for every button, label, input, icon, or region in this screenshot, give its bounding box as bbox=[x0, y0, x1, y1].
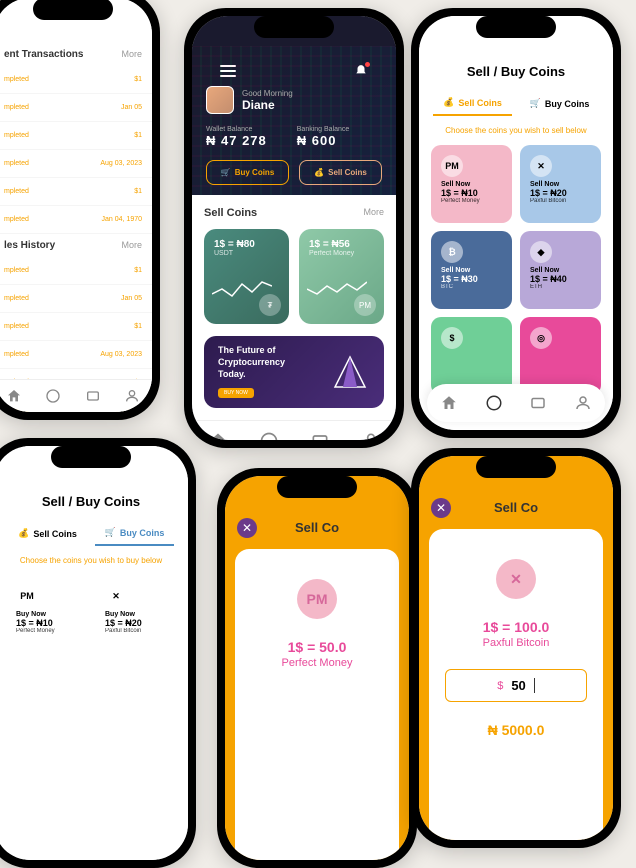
transaction-row[interactable]: mpleted$1 bbox=[0, 257, 152, 285]
promo-banner[interactable]: The Future ofCryptocurrencyToday. BUY NO… bbox=[204, 336, 384, 408]
phone-sell-modal-paxful: ✕ Sell Co ✕ 1$ = 100.0 Paxful Bitcoin $ … bbox=[411, 448, 621, 848]
transaction-row[interactable]: mpletedJan 05 bbox=[0, 285, 152, 313]
coin-card-pm[interactable]: 1$ = ₦56 Perfect Money PM bbox=[299, 229, 384, 324]
phone-transactions: ent Transactions More mpleted$1mpletedJa… bbox=[0, 0, 160, 420]
more-link[interactable]: More bbox=[363, 207, 384, 219]
buy-now-button[interactable]: BUY NOW bbox=[218, 388, 254, 398]
profile-icon[interactable] bbox=[574, 394, 592, 412]
coin-icon: PM bbox=[441, 155, 463, 177]
transaction-row[interactable]: mpleted$1 bbox=[0, 66, 152, 94]
instruction-text: Choose the coins you wish to buy below bbox=[0, 546, 188, 575]
bottom-nav bbox=[192, 420, 396, 440]
buy-coins-button[interactable]: 🛒 Buy Coins bbox=[206, 160, 289, 185]
pm-icon: PM bbox=[297, 579, 337, 619]
transaction-row[interactable]: mpletedJan 05 bbox=[0, 94, 152, 122]
sell-coins-button[interactable]: 💰 Sell Coins bbox=[299, 160, 382, 185]
wallet-balance-label: Wallet Balance bbox=[206, 126, 267, 133]
exchange-icon[interactable] bbox=[259, 431, 279, 440]
more-link[interactable]: More bbox=[121, 49, 142, 60]
avatar[interactable] bbox=[206, 86, 234, 114]
coin-card[interactable]: ₿Sell Now1$ = ₦30BTC bbox=[431, 231, 512, 309]
transaction-row[interactable]: mpleted$1 bbox=[0, 313, 152, 341]
exchange-icon[interactable] bbox=[45, 388, 61, 404]
coin-card[interactable]: ✕Buy Now1$ = ₦20Paxful Bitcoin bbox=[95, 575, 176, 653]
modal-title: Sell Co bbox=[494, 500, 538, 515]
tab-sell-coins[interactable]: 💰 Sell Coins bbox=[433, 91, 512, 116]
cart-icon: 🛒 bbox=[221, 168, 231, 177]
wallet-balance-value: ₦ 47 278 bbox=[206, 133, 267, 148]
pm-icon: PM bbox=[354, 294, 376, 316]
wallet-icon[interactable] bbox=[529, 394, 547, 412]
coin-card[interactable]: ✕Sell Now1$ = ₦20Paxful Bitcoin bbox=[520, 145, 601, 223]
coin-icon: ✕ bbox=[105, 585, 127, 607]
sell-coins-header: Sell Coins bbox=[204, 207, 257, 219]
coin-card[interactable]: ◆Sell Now1$ = ₦40ETH bbox=[520, 231, 601, 309]
instruction-text: Choose the coins you wish to sell below bbox=[419, 116, 613, 145]
coin-icon: ◆ bbox=[530, 241, 552, 263]
coin-icon: PM bbox=[16, 585, 38, 607]
coin-icon: ✕ bbox=[530, 155, 552, 177]
amount-input[interactable]: $ 50 bbox=[445, 669, 587, 702]
phone-dashboard: Good Morning Diane Wallet Balance ₦ 47 2… bbox=[184, 8, 404, 448]
converted-amount: ₦ 5000.0 bbox=[445, 722, 587, 738]
coins-icon: 💰 bbox=[314, 168, 324, 177]
transaction-row[interactable]: mpleted$1 bbox=[0, 122, 152, 150]
amount-value: 50 bbox=[511, 678, 534, 693]
recent-transactions-header: ent Transactions bbox=[4, 49, 83, 60]
profile-icon[interactable] bbox=[124, 388, 140, 404]
coin-card-usdt[interactable]: 1$ = ₦80 USDT ₮ bbox=[204, 229, 289, 324]
coin-name: Perfect Money bbox=[251, 657, 383, 669]
transaction-row[interactable]: mpletedJan 04, 1970 bbox=[0, 206, 152, 234]
wallet-icon[interactable] bbox=[310, 431, 330, 440]
coin-icon: ◎ bbox=[530, 327, 552, 349]
coins-icon: 💰 bbox=[18, 528, 29, 539]
bottom-nav bbox=[427, 384, 605, 422]
profile-icon[interactable] bbox=[361, 431, 381, 440]
coin-card[interactable]: PMSell Now1$ = ₦10Perfect Money bbox=[431, 145, 512, 223]
tether-icon: ₮ bbox=[259, 294, 281, 316]
exchange-icon[interactable] bbox=[485, 394, 503, 412]
more-link[interactable]: More bbox=[121, 240, 142, 251]
banking-balance-label: Banking Balance bbox=[297, 126, 350, 133]
phone-sell-buy-sell: Sell / Buy Coins 💰 Sell Coins 🛒 Buy Coin… bbox=[411, 8, 621, 438]
cart-icon: 🛒 bbox=[105, 527, 116, 538]
coin-card[interactable]: PMBuy Now1$ = ₦10Perfect Money bbox=[6, 575, 87, 653]
close-icon[interactable]: ✕ bbox=[431, 498, 451, 518]
home-icon[interactable] bbox=[208, 431, 228, 440]
sales-history-header: les History bbox=[4, 240, 55, 251]
phone-sell-buy-buy: Sell / Buy Coins 💰 Sell Coins 🛒 Buy Coin… bbox=[0, 438, 196, 868]
transaction-row[interactable]: mpleted$1 bbox=[0, 178, 152, 206]
tab-buy-coins[interactable]: 🛒 Buy Coins bbox=[95, 521, 174, 546]
menu-icon[interactable] bbox=[220, 65, 236, 77]
coins-icon: 💰 bbox=[443, 97, 454, 108]
username: Diane bbox=[242, 98, 293, 112]
notification-icon[interactable] bbox=[354, 64, 368, 78]
home-icon[interactable] bbox=[6, 388, 22, 404]
close-icon[interactable]: ✕ bbox=[237, 518, 257, 538]
currency-symbol: $ bbox=[497, 680, 503, 692]
tab-buy-coins[interactable]: 🛒 Buy Coins bbox=[520, 91, 599, 116]
pyramid-icon bbox=[330, 352, 370, 392]
paxful-icon: ✕ bbox=[496, 559, 536, 599]
exchange-rate: 1$ = 50.0 bbox=[251, 639, 383, 655]
modal-title: Sell Co bbox=[295, 520, 339, 535]
exchange-rate: 1$ = 100.0 bbox=[445, 619, 587, 635]
phone-sell-modal-pm: ✕ Sell Co PM 1$ = 50.0 Perfect Money bbox=[217, 468, 417, 868]
wallet-icon[interactable] bbox=[85, 388, 101, 404]
transaction-row[interactable]: mpletedAug 03, 2023 bbox=[0, 341, 152, 369]
greeting-text: Good Morning bbox=[242, 89, 293, 98]
cart-icon: 🛒 bbox=[530, 98, 541, 109]
page-title: Sell / Buy Coins bbox=[419, 56, 613, 87]
coin-icon: $ bbox=[441, 327, 463, 349]
transaction-row[interactable]: mpletedAug 03, 2023 bbox=[0, 150, 152, 178]
home-icon[interactable] bbox=[440, 394, 458, 412]
coin-name: Paxful Bitcoin bbox=[445, 637, 587, 649]
coin-icon: ₿ bbox=[441, 241, 463, 263]
tab-sell-coins[interactable]: 💰 Sell Coins bbox=[8, 521, 87, 546]
page-title: Sell / Buy Coins bbox=[0, 486, 188, 517]
banking-balance-value: ₦ 600 bbox=[297, 133, 350, 148]
